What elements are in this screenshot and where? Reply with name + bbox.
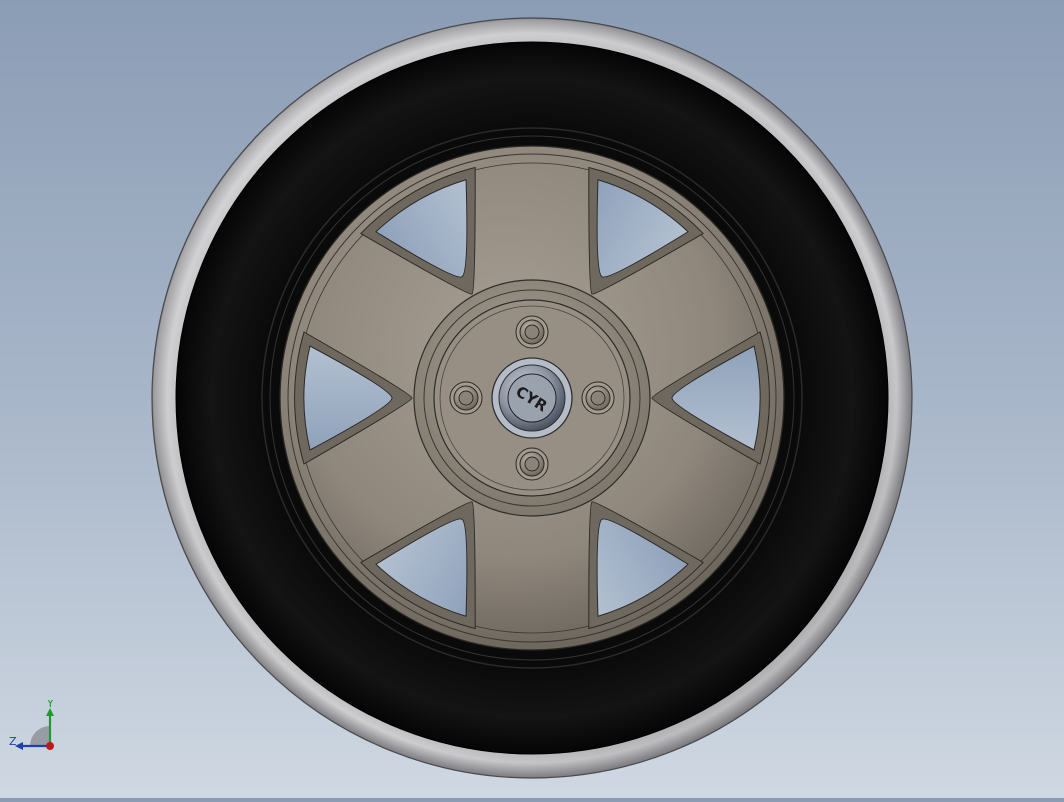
triad-quadrant-shade bbox=[30, 726, 50, 746]
graphics-viewport[interactable]: CYR Y Z bbox=[0, 0, 1064, 798]
triad-y-label: Y bbox=[46, 700, 54, 710]
lug-nut-detail bbox=[590, 390, 606, 406]
triad-z-label: Z bbox=[9, 735, 17, 748]
lug-nut-detail bbox=[524, 324, 540, 340]
triad-x-axis-dot bbox=[46, 742, 54, 750]
lug-nut-detail bbox=[524, 456, 540, 472]
wheel-model[interactable]: CYR bbox=[0, 0, 1064, 798]
lug-nut-detail bbox=[458, 390, 474, 406]
view-orientation-triad[interactable]: Y Z bbox=[8, 697, 68, 758]
